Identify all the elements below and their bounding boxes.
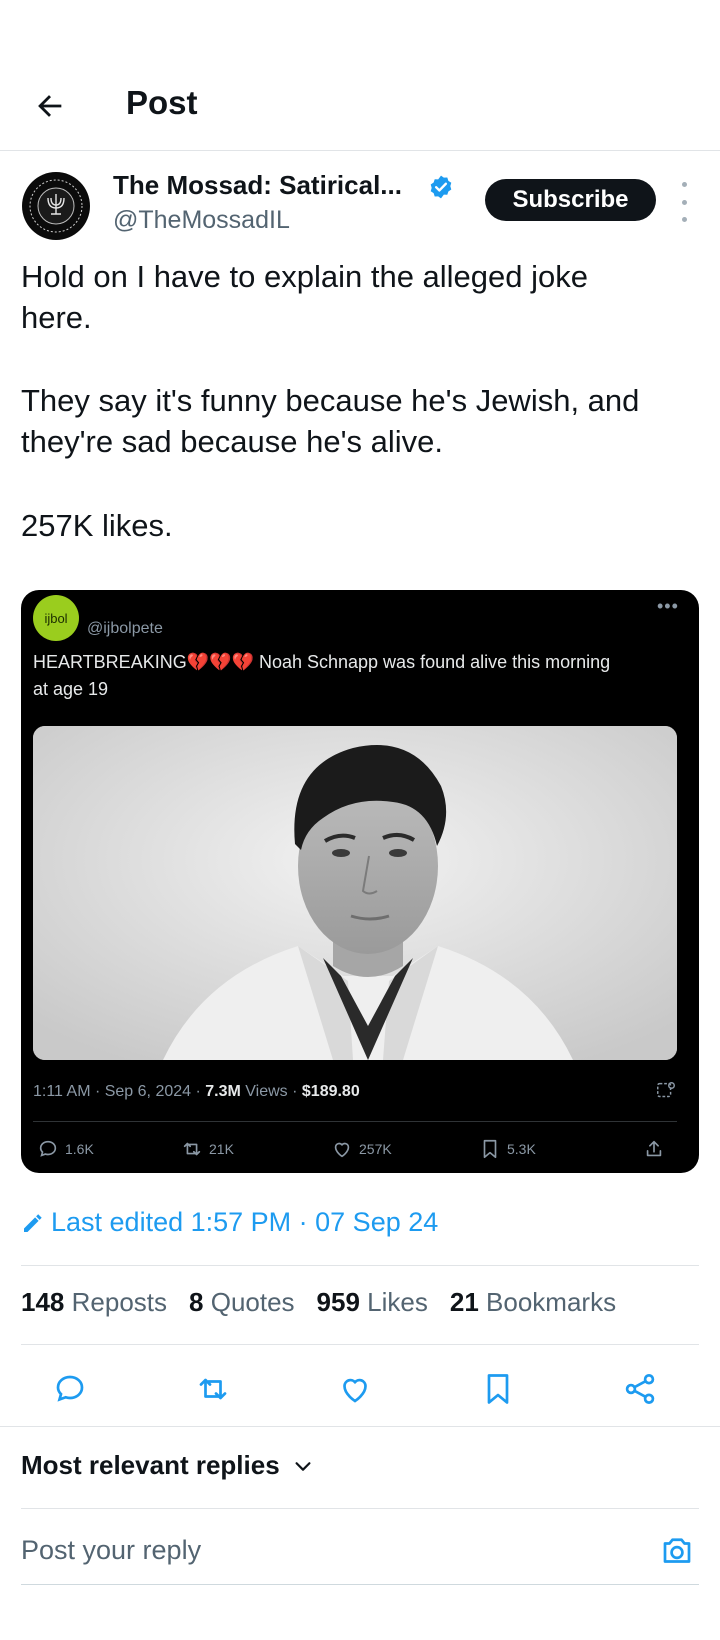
embed-divider <box>33 1121 677 1122</box>
heart-icon <box>334 1142 350 1158</box>
likes-stat[interactable]: 959 Likes <box>317 1287 428 1318</box>
embed-meta: 1:11 AM · Sep 6, 2024 · 7.3M Views · $18… <box>33 1083 360 1101</box>
embed-repost: 21K <box>181 1138 234 1160</box>
likes-count: 959 <box>316 1287 360 1317</box>
embed-more-icon: ••• <box>657 596 679 616</box>
divider <box>21 1265 699 1266</box>
embed-bookmark: 5.3K <box>479 1138 536 1160</box>
embed-views-count: 7.3M <box>205 1083 241 1100</box>
share-nodes-icon <box>625 1374 655 1404</box>
last-edited-link[interactable]: Last edited 1:57 PM · 07 Sep 24 <box>21 1207 438 1238</box>
post-text-line: They say it's funny because he's Jewish,… <box>21 383 640 418</box>
embed-avatar: ijbol <box>33 595 79 641</box>
chevron-down-icon <box>295 1461 311 1471</box>
replies-sort-label: Most relevant replies <box>21 1450 280 1480</box>
embed-repost-count: 21K <box>209 1141 234 1157</box>
quotes-count: 8 <box>189 1287 204 1317</box>
divider <box>21 1344 699 1345</box>
bookmarks-count: 21 <box>449 1287 479 1317</box>
embed-reply-count: 1.6K <box>65 1141 94 1157</box>
embed-bookmark-count: 5.3K <box>507 1141 536 1157</box>
author-name[interactable]: The Mossad: Satirical... <box>113 170 402 201</box>
camera-icon <box>663 1538 691 1563</box>
embed-timestamp: 1:11 AM · Sep 6, 2024 · <box>33 1083 206 1100</box>
section-divider <box>0 1426 720 1427</box>
post-text-line: they're sad because he's alive. <box>21 424 443 459</box>
post-text-line: Hold on I have to explain the alleged jo… <box>21 259 589 294</box>
bookmarks-label: Bookmarks <box>486 1287 617 1317</box>
embed-share <box>643 1138 665 1160</box>
embed-text-line: HEARTBREAKING💔💔💔 Noah Schnapp was found … <box>33 652 610 673</box>
heart-icon <box>343 1378 367 1403</box>
embed-text-prefix: HEARTBREAKING <box>33 652 187 672</box>
embed-text-line2: at age 19 <box>33 679 109 699</box>
back-button[interactable] <box>22 78 78 134</box>
reply-input-underline <box>21 1584 699 1585</box>
share-icon <box>646 1140 662 1157</box>
bookmark-icon <box>487 1374 509 1404</box>
bookmark-icon <box>483 1139 497 1159</box>
embedded-image[interactable]: ijbol @ijbolpete ••• HEARTBREAKING💔💔💔 No… <box>21 590 699 1173</box>
reply-icon <box>56 1375 84 1402</box>
broken-heart-icon: 💔💔💔 <box>186 652 254 672</box>
like-button[interactable] <box>329 1363 381 1415</box>
embed-handle: @ijbolpete <box>87 620 163 637</box>
page-title: Post <box>126 84 198 121</box>
embed-like: 257K <box>331 1138 392 1160</box>
arrow-left-icon <box>38 95 62 117</box>
embed-like-count: 257K <box>359 1141 392 1157</box>
reposts-count: 148 <box>21 1287 65 1317</box>
reposts-stat[interactable]: 148 Reposts <box>21 1287 167 1318</box>
bookmark-button[interactable] <box>472 1363 524 1415</box>
quotes-stat[interactable]: 8 Quotes <box>189 1287 295 1318</box>
portrait-photo <box>33 726 677 1060</box>
author-handle[interactable]: @TheMossadIL <box>113 206 290 235</box>
more-options-button[interactable] <box>672 182 696 222</box>
mossad-logo-icon <box>23 173 89 239</box>
replies-sort-dropdown[interactable]: Most relevant replies <box>21 1450 314 1481</box>
last-edited-label: Last edited 1:57 PM · 07 Sep 24 <box>51 1207 439 1237</box>
post-text-line: 257K likes. <box>21 508 173 543</box>
reply-input[interactable] <box>21 1535 621 1566</box>
subscribe-button[interactable]: Subscribe <box>485 179 656 221</box>
header-divider <box>0 150 720 151</box>
repost-icon <box>199 1378 227 1400</box>
bookmarks-stat[interactable]: 21 Bookmarks <box>450 1287 616 1318</box>
likes-label: Likes <box>367 1287 428 1317</box>
post-text-line: here. <box>21 300 92 335</box>
reply-icon <box>39 1140 57 1157</box>
embed-text-suffix: Noah Schnapp was found alive this mornin… <box>258 652 611 672</box>
quotes-label: Quotes <box>210 1287 295 1317</box>
reposts-label: Reposts <box>71 1287 168 1317</box>
camera-button[interactable] <box>656 1530 698 1572</box>
verified-badge-icon <box>430 175 452 199</box>
analytics-icon <box>657 1082 675 1098</box>
embed-money: $189.80 <box>301 1083 360 1100</box>
reply-button[interactable] <box>44 1363 96 1415</box>
post-stats: 148 Reposts 8 Quotes 959 Likes 21 Bookma… <box>21 1287 616 1318</box>
author-avatar[interactable] <box>22 172 90 240</box>
embed-views-label: Views · <box>240 1083 302 1100</box>
share-button[interactable] <box>614 1363 666 1415</box>
embed-reply: 1.6K <box>37 1138 94 1160</box>
divider <box>21 1508 699 1509</box>
pencil-icon <box>24 1213 42 1232</box>
repost-icon <box>183 1142 201 1156</box>
repost-button[interactable] <box>187 1363 239 1415</box>
